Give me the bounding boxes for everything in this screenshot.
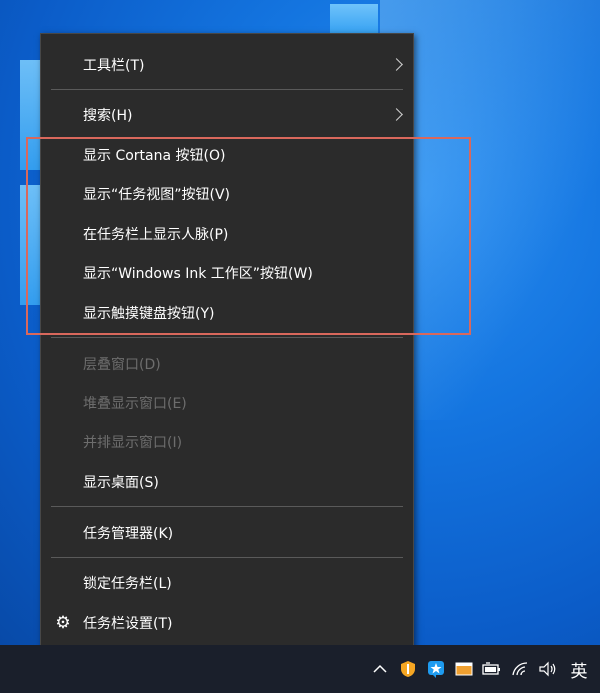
- taskbar-context-menu: 工具栏(T) 搜索(H) 显示 Cortana 按钮(O) 显示“任务视图”按钮…: [40, 33, 414, 651]
- menu-item-task-manager[interactable]: 任务管理器(K): [41, 514, 413, 552]
- volume-icon[interactable]: [535, 656, 561, 682]
- menu-item-label: 并排显示窗口(I): [83, 435, 183, 451]
- menu-item-show-desktop[interactable]: 显示桌面(S): [41, 463, 413, 501]
- menu-item-stack-windows: 堆叠显示窗口(E): [41, 384, 413, 422]
- menu-separator: [51, 89, 403, 90]
- menu-item-label: 显示桌面(S): [83, 475, 159, 491]
- wifi-icon[interactable]: [507, 656, 533, 682]
- menu-item-search[interactable]: 搜索(H): [41, 96, 413, 134]
- wallpaper-window-pane: [330, 4, 378, 34]
- taskbar[interactable]: 英: [0, 645, 600, 693]
- battery-icon[interactable]: [479, 656, 505, 682]
- gear-icon: ⚙: [55, 613, 71, 633]
- menu-item-label: 锁定任务栏(L): [83, 576, 172, 592]
- menu-item-label: 任务栏设置(T): [83, 616, 173, 632]
- annotation-highlight-box: [26, 137, 471, 335]
- chevron-right-icon: [390, 108, 403, 121]
- menu-item-label: 工具栏(T): [83, 58, 145, 74]
- menu-item-side-by-side-windows: 并排显示窗口(I): [41, 423, 413, 461]
- menu-item-taskbar-settings[interactable]: ⚙ 任务栏设置(T): [41, 604, 413, 642]
- input-method-indicator[interactable]: 英: [564, 657, 594, 682]
- app-star-icon[interactable]: [423, 656, 449, 682]
- menu-separator: [51, 557, 403, 558]
- menu-item-toolbars[interactable]: 工具栏(T): [41, 46, 413, 84]
- menu-item-label: 任务管理器(K): [83, 526, 174, 542]
- menu-item-lock-taskbar[interactable]: 锁定任务栏(L): [41, 564, 413, 602]
- menu-item-label: 层叠窗口(D): [83, 357, 161, 373]
- shield-icon[interactable]: [395, 656, 421, 682]
- menu-item-label: 堆叠显示窗口(E): [83, 396, 187, 412]
- chevron-right-icon: [390, 58, 403, 71]
- window-icon[interactable]: [451, 656, 477, 682]
- system-tray: 英: [366, 645, 600, 693]
- menu-separator: [51, 337, 403, 338]
- menu-item-cascade-windows: 层叠窗口(D): [41, 345, 413, 383]
- menu-item-label: 搜索(H): [83, 108, 133, 124]
- chevron-up-icon[interactable]: [367, 656, 393, 682]
- menu-separator: [51, 506, 403, 507]
